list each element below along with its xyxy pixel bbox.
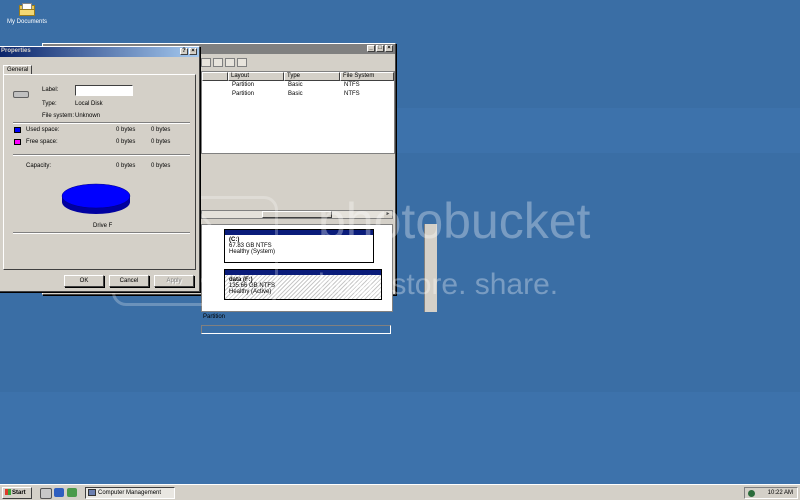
used-space-swatch (14, 127, 21, 133)
capacity-size: 0 bytes (151, 163, 171, 169)
disk-usage-pie-chart (61, 183, 131, 214)
close-button[interactable]: × (385, 45, 393, 52)
label-caption: Label: (42, 87, 59, 93)
used-space-caption: Used space: (26, 127, 60, 133)
clock[interactable]: 10:22 AM (768, 488, 793, 498)
system-tray: 10:22 AM (744, 487, 798, 499)
properties-dialog: Properties ? × General Label: Type: Loca… (0, 46, 200, 292)
toolbar (201, 58, 247, 67)
free-space-bytes: 0 bytes (116, 139, 136, 145)
desktop-band (0, 392, 800, 484)
start-label: Start (12, 490, 26, 496)
type-value: Local Disk (75, 101, 103, 107)
taskbar-button-computer-management[interactable]: Computer Management (85, 487, 175, 499)
legend-text: Partition (203, 314, 226, 320)
cell-layout: Partition (232, 91, 255, 97)
column-header-layout[interactable]: Layout (228, 72, 284, 81)
column-header-type[interactable]: Type (284, 72, 340, 81)
hard-drive-icon (13, 91, 29, 98)
cell-layout: Partition (232, 82, 255, 88)
task-label: Computer Management (98, 490, 162, 496)
network-tray-icon[interactable] (748, 490, 755, 497)
taskbar: Start Computer Management 10:22 AM (0, 484, 800, 500)
column-header[interactable] (202, 72, 228, 81)
cell-file-system: NTFS (344, 91, 360, 97)
cancel-button[interactable]: Cancel (109, 275, 149, 287)
used-space-size: 0 bytes (151, 127, 171, 133)
table-row[interactable]: Partition Basic NTFS (202, 81, 394, 90)
watermark-brand: photobucket (318, 193, 591, 249)
volume-list: Layout Type File System Partition Basic … (201, 71, 395, 154)
minimize-button[interactable]: _ (367, 45, 375, 52)
general-tab-panel: Label: Type: Local Disk File system: Unk… (3, 74, 196, 270)
dialog-title: Properties (1, 48, 31, 54)
free-space-size: 0 bytes (151, 139, 171, 145)
cell-type: Basic (288, 82, 303, 88)
free-space-swatch (14, 139, 21, 145)
start-button[interactable]: Start (2, 487, 32, 499)
dialog-titlebar: Properties ? × (0, 47, 199, 57)
file-system-caption: File system: (42, 113, 75, 119)
drive-caption: Drive F (93, 223, 113, 229)
apply-button[interactable]: Apply (154, 275, 194, 287)
ok-button[interactable]: OK (64, 275, 104, 287)
windows-logo-icon (5, 489, 11, 496)
show-desktop-icon[interactable] (40, 488, 52, 499)
status-bar (201, 325, 391, 334)
maximize-button[interactable]: □ (376, 45, 384, 52)
folder-icon (19, 3, 35, 16)
close-button[interactable]: × (189, 48, 197, 55)
free-space-caption: Free space: (26, 139, 58, 145)
toolbar-open-icon[interactable] (201, 58, 211, 67)
capacity-bytes: 0 bytes (116, 163, 136, 169)
help-button[interactable]: ? (180, 48, 188, 55)
capacity-caption: Capacity: (26, 163, 52, 169)
column-header-file-system[interactable]: File System (340, 72, 394, 81)
cell-type: Basic (288, 91, 303, 97)
toolbar-search-icon[interactable] (225, 58, 235, 67)
desktop-icon-label: My Documents (6, 19, 47, 25)
internet-explorer-icon[interactable] (54, 488, 64, 497)
outlook-express-icon[interactable] (67, 488, 77, 497)
toolbar-folder-icon[interactable] (213, 58, 223, 67)
table-row[interactable]: Partition Basic NTFS (202, 90, 394, 99)
watermark-tagline: host. store. share. (318, 268, 559, 301)
label-input[interactable] (75, 85, 133, 96)
type-caption: Type: (42, 101, 57, 107)
file-system-value: Unknown (75, 113, 101, 119)
toolbar-properties-icon[interactable] (237, 58, 247, 67)
computer-management-icon (88, 489, 96, 496)
used-space-bytes: 0 bytes (116, 127, 136, 133)
cell-file-system: NTFS (344, 82, 360, 88)
my-documents-desktop-icon[interactable]: My Documents (2, 3, 52, 25)
